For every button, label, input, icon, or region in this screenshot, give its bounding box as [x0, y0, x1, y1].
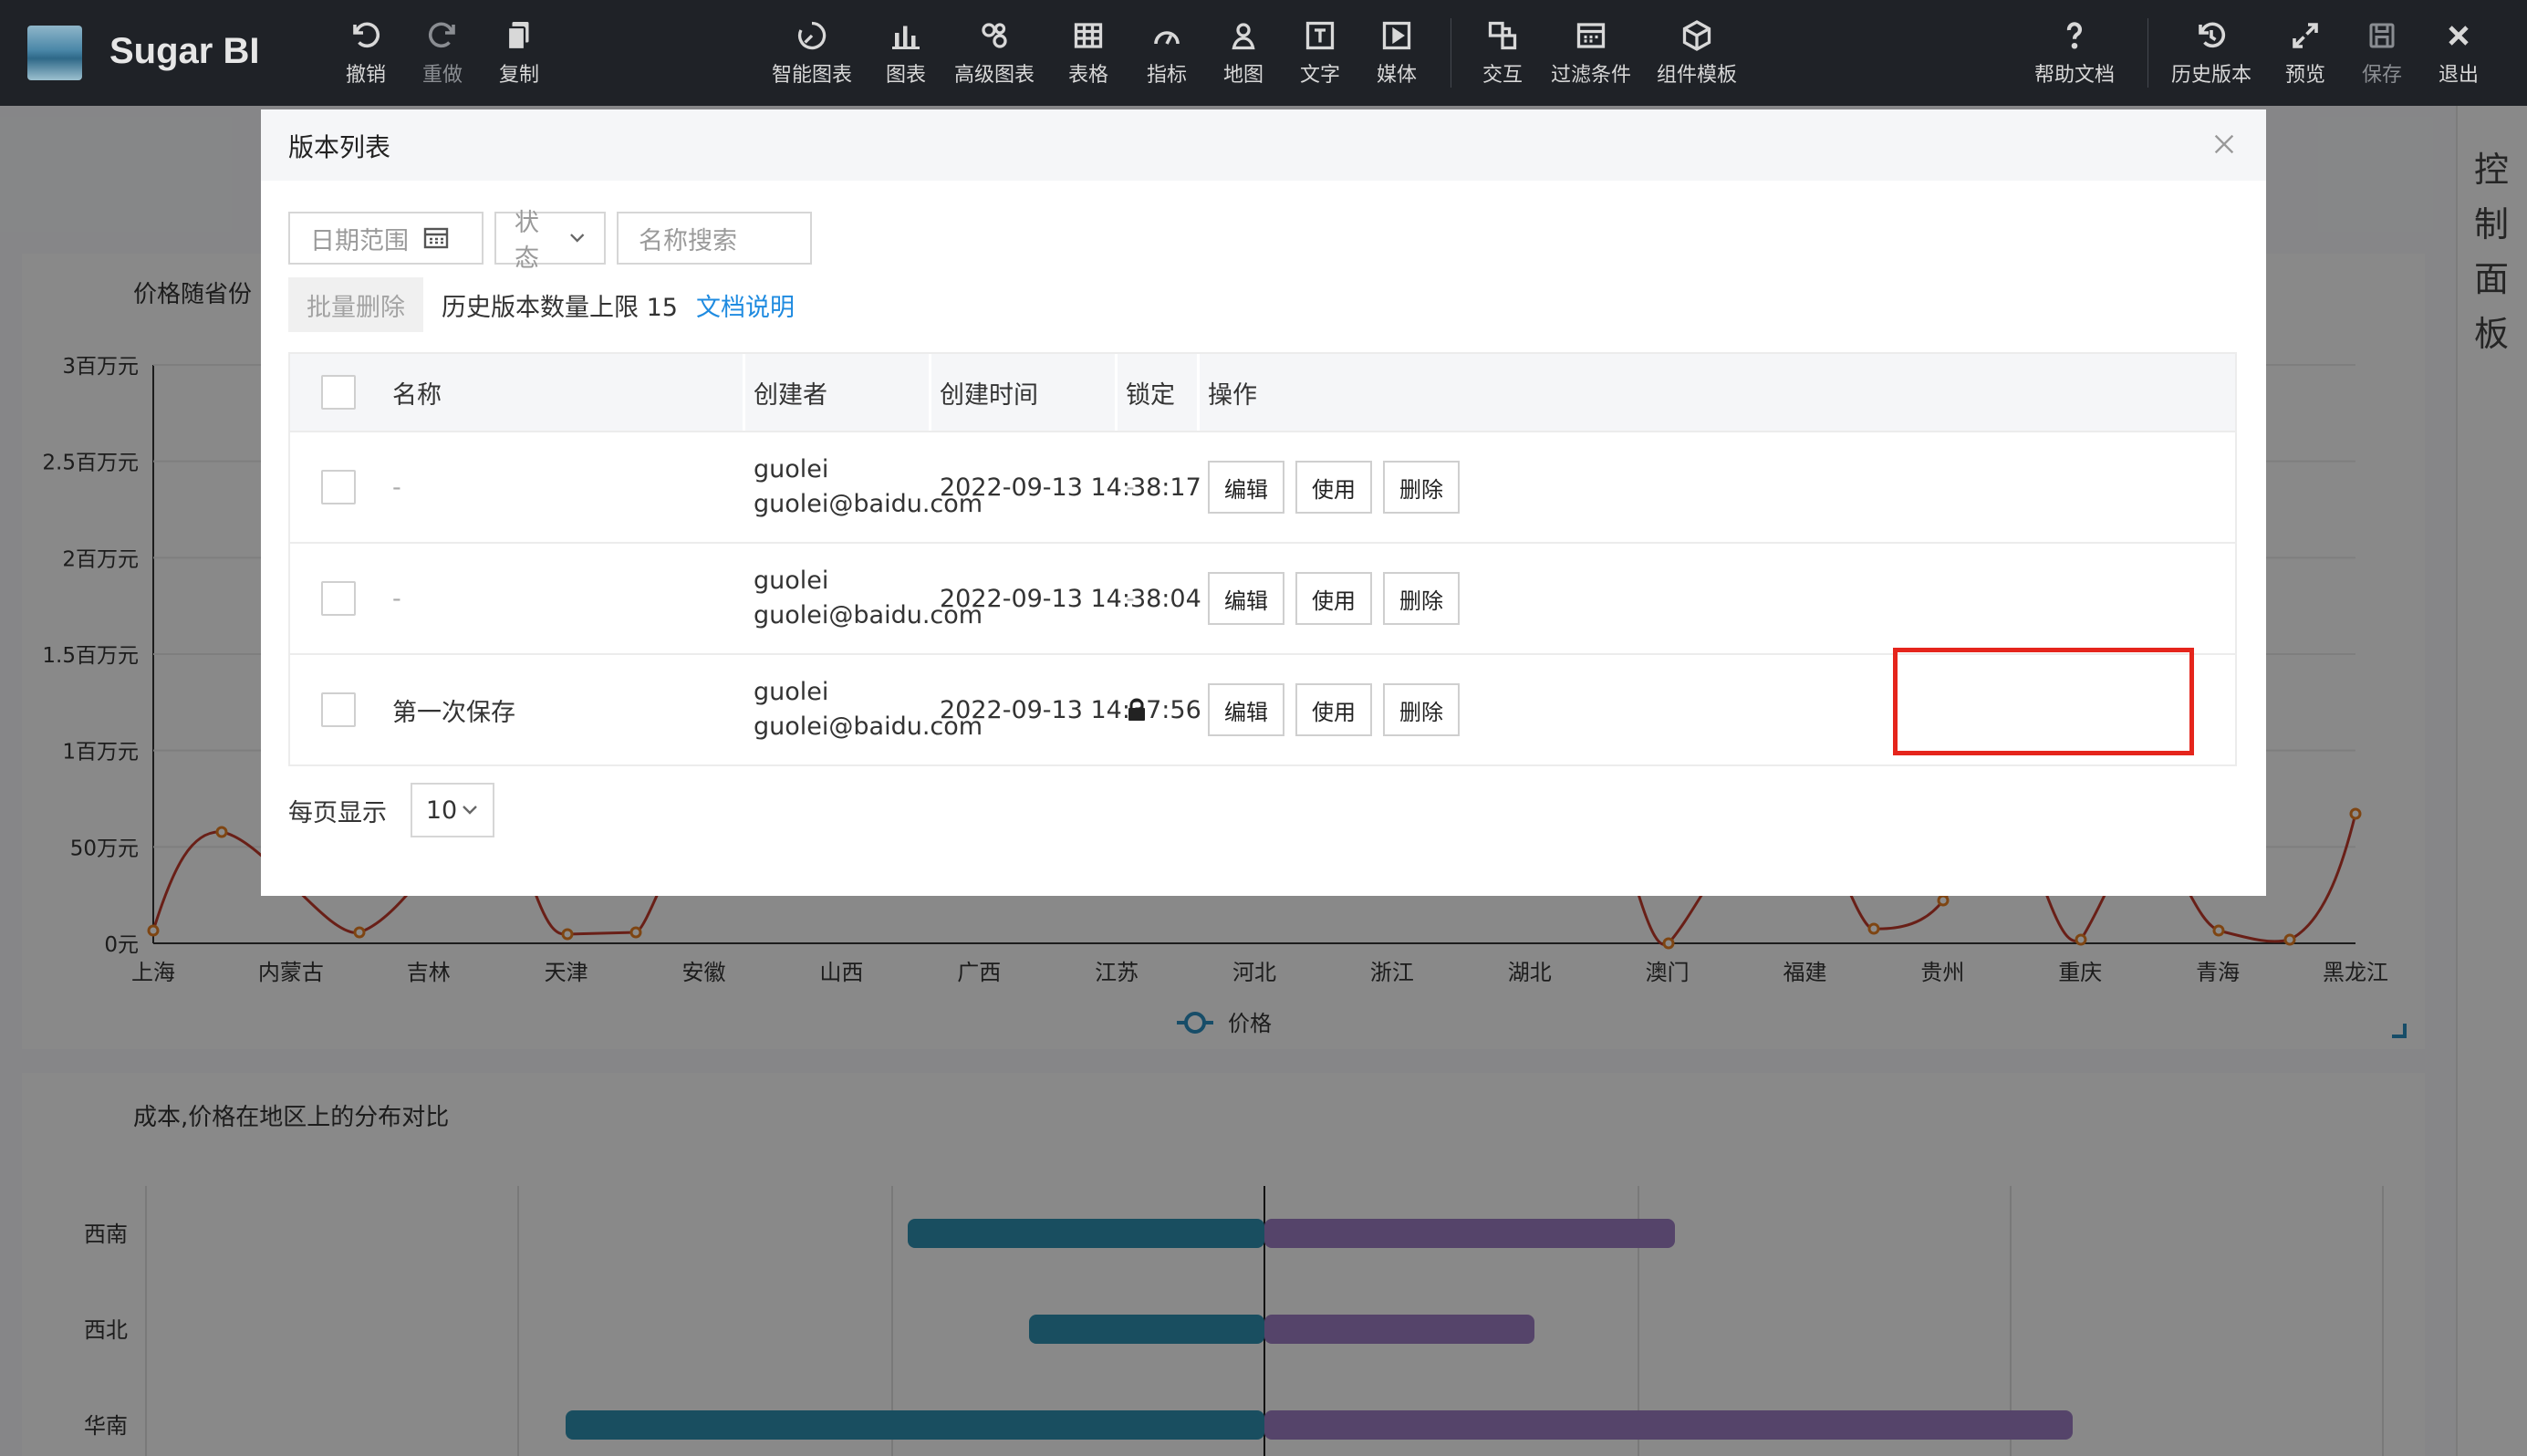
table-row[interactable]: - guolei guolei@baidu.com 2022-09-13 14:… [290, 431, 2235, 542]
col-creator: 创建者 [754, 380, 827, 410]
lock-status: - [1126, 473, 1135, 502]
dialog-header: 版本列表 [261, 109, 2266, 181]
dialog-title: 版本列表 [288, 132, 391, 162]
edit-button[interactable]: 编辑 [1208, 461, 1284, 514]
version-name: - [392, 584, 401, 613]
created-time: 2022-09-13 14:37:56 [940, 695, 1201, 724]
use-button[interactable]: 使用 [1295, 461, 1372, 514]
table-row[interactable]: - guolei guolei@baidu.com 2022-09-13 14:… [290, 542, 2235, 653]
pagination: 每页显示 10 [288, 783, 494, 837]
version-limit-text: 历史版本数量上限 15 [442, 293, 678, 322]
status-placeholder: 状态 [515, 209, 539, 273]
lock-icon [1128, 698, 1145, 721]
table-header: 名称 创建者 创建时间 锁定 操作 [290, 354, 2235, 431]
select-all-checkbox[interactable] [321, 375, 356, 410]
row-checkbox[interactable] [321, 692, 356, 727]
use-button[interactable]: 使用 [1295, 572, 1372, 625]
edit-button[interactable]: 编辑 [1208, 572, 1284, 625]
col-actions: 操作 [1208, 380, 1257, 410]
lock-status: - [1126, 584, 1135, 613]
batch-action-bar: 批量删除 历史版本数量上限 15 文档说明 [288, 277, 795, 332]
version-name: - [392, 473, 401, 502]
col-created-time: 创建时间 [940, 380, 1038, 410]
highlight-box [1893, 648, 2194, 755]
lock-status [1126, 655, 1148, 764]
date-range-placeholder: 日期范围 [310, 226, 409, 255]
status-select[interactable]: 状态 [494, 209, 606, 273]
delete-button[interactable]: 删除 [1383, 683, 1460, 736]
page-size-label: 每页显示 [288, 798, 387, 827]
name-search-input[interactable]: 名称搜索 [617, 212, 812, 265]
version-list-dialog: 版本列表 日期范围 状态 名称搜索 批量删除 历史版本数量上限 15 文档说明 … [261, 109, 2266, 896]
doc-link[interactable]: 文档说明 [696, 287, 795, 323]
delete-button[interactable]: 删除 [1383, 461, 1460, 514]
action-buttons: 编辑 使用 删除 [1208, 432, 1471, 542]
batch-delete-button[interactable]: 批量删除 [288, 277, 423, 332]
column-divider [1197, 354, 1200, 431]
page-size-value: 10 [425, 796, 458, 825]
filter-bar: 日期范围 状态 名称搜索 [288, 209, 812, 273]
action-buttons: 编辑 使用 删除 [1208, 655, 1471, 764]
chevron-down-icon [569, 234, 584, 243]
use-button[interactable]: 使用 [1295, 683, 1372, 736]
date-range-picker[interactable]: 日期范围 [288, 212, 484, 265]
row-checkbox[interactable] [321, 470, 356, 504]
column-divider [743, 354, 745, 431]
creator-name: guolei [754, 567, 829, 595]
edit-button[interactable]: 编辑 [1208, 683, 1284, 736]
delete-button[interactable]: 删除 [1383, 572, 1460, 625]
column-divider [929, 354, 931, 431]
version-name: 第一次保存 [392, 698, 515, 727]
calendar-icon [423, 227, 449, 249]
page-size-select[interactable]: 10 [411, 783, 494, 837]
row-select-cell [321, 432, 356, 542]
chevron-down-icon [463, 806, 478, 815]
close-icon[interactable] [2210, 130, 2239, 159]
name-search-placeholder: 名称搜索 [639, 226, 737, 255]
select-all-cell [321, 354, 356, 431]
created-time: 2022-09-13 14:38:17 [940, 473, 1201, 502]
action-buttons: 编辑 使用 删除 [1208, 544, 1471, 653]
column-divider [1115, 354, 1118, 431]
creator-name: guolei [754, 678, 829, 706]
col-name: 名称 [392, 380, 442, 410]
row-select-cell [321, 655, 356, 764]
created-time: 2022-09-13 14:38:04 [940, 584, 1201, 613]
creator-name: guolei [754, 455, 829, 484]
row-select-cell [321, 544, 356, 653]
col-lock: 锁定 [1126, 380, 1175, 410]
row-checkbox[interactable] [321, 581, 356, 616]
